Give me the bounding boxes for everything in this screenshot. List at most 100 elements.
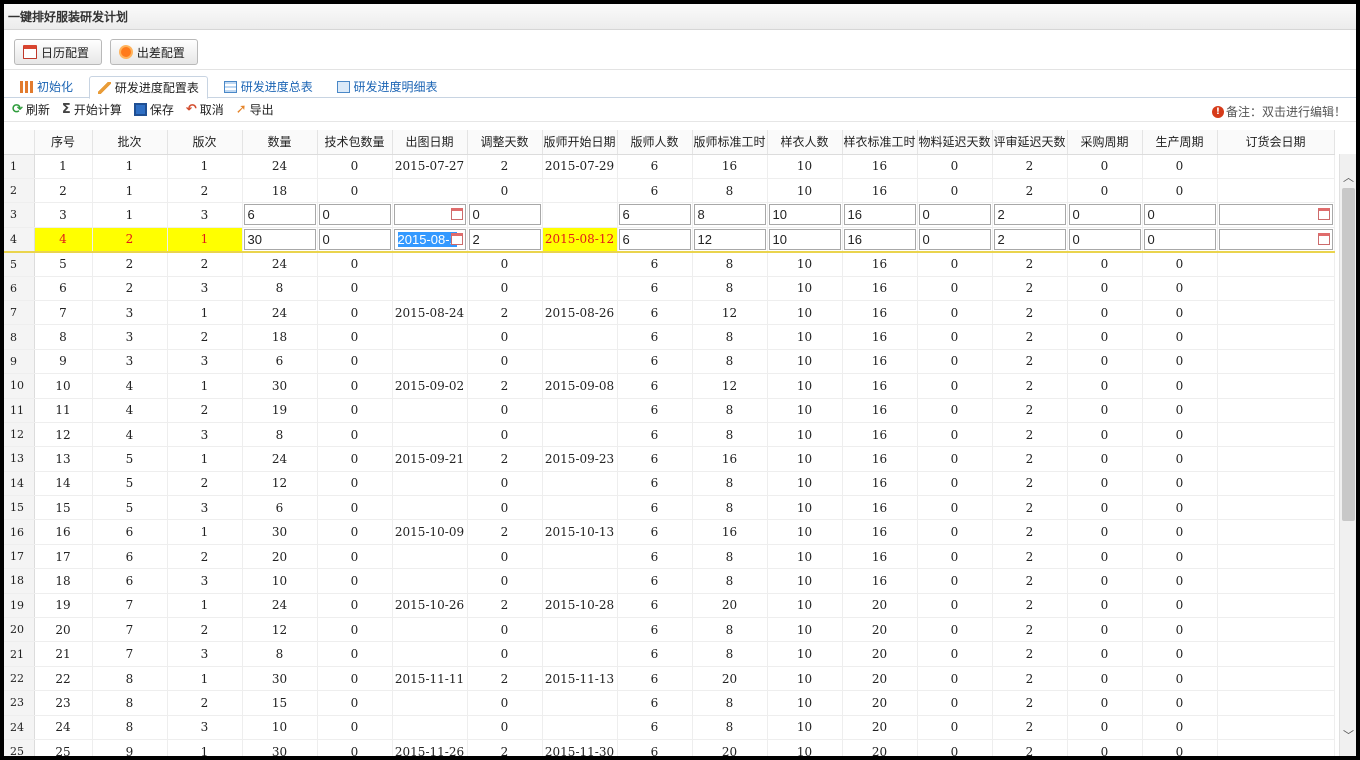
table-cell[interactable]: 2 (92, 276, 168, 301)
column-header[interactable]: 样衣人数 (767, 130, 843, 155)
table-cell[interactable]: 7 (92, 641, 168, 667)
table-cell[interactable]: 2015-11-26 (392, 739, 468, 756)
table-cell[interactable]: 0 (917, 300, 993, 326)
table-cell[interactable]: 6 (617, 154, 693, 179)
table-cell[interactable]: 16 (842, 226, 918, 253)
table-cell[interactable]: 24 (242, 251, 318, 277)
table-cell[interactable]: 6 (617, 568, 693, 594)
table-cell[interactable]: 19 (242, 398, 318, 423)
table-cell[interactable]: 2 (167, 398, 243, 423)
table-row[interactable]: 21 21 7 3 8 0 0 6 8 10 20 0 2 0 0 (4, 641, 1335, 667)
table-row[interactable]: 1 1 1 1 24 0 2015-07-27 2 2015-07-29 6 16 10 16 0 2 0 0 (4, 154, 1335, 179)
table-cell[interactable]: 1 (92, 154, 168, 179)
table-cell[interactable] (392, 641, 468, 667)
table-cell[interactable]: 20 (842, 666, 918, 692)
column-header[interactable]: 物料延迟天数 (917, 130, 993, 155)
table-cell[interactable]: 0 (1142, 641, 1218, 667)
table-cell[interactable] (542, 641, 618, 667)
table-cell[interactable]: 6 (617, 519, 693, 545)
table-cell[interactable] (392, 251, 468, 277)
table-cell[interactable]: 0 (1142, 519, 1218, 545)
table-row[interactable]: 11 11 4 2 19 0 0 6 8 10 16 0 2 0 0 (4, 398, 1335, 423)
table-cell[interactable]: 3 (92, 300, 168, 326)
table-cell[interactable] (542, 251, 618, 277)
table-cell[interactable]: 2 (992, 544, 1068, 570)
table-cell[interactable]: 3 (92, 324, 168, 350)
table-cell[interactable]: 10 (767, 349, 843, 375)
table-cell[interactable]: 0 (317, 324, 393, 350)
table-cell[interactable]: 2 (167, 178, 243, 204)
table-cell[interactable]: 1 (167, 300, 243, 326)
column-header[interactable]: 样衣标准工时 (842, 130, 918, 155)
trip-config-button[interactable]: 出差配置 (109, 39, 198, 65)
table-cell[interactable]: 10 (767, 739, 843, 756)
table-cell[interactable]: 0 (1142, 349, 1218, 375)
table-row[interactable]: 19 19 7 1 24 0 2015-10-26 2 2015-10-28 6 20 10 20 0 2 0… (4, 593, 1335, 619)
table-cell[interactable]: 0 (317, 349, 393, 375)
cell-input[interactable]: 0 (918, 204, 991, 226)
table-cell[interactable]: 24 (242, 154, 318, 179)
cell-input[interactable]: 6 (618, 204, 691, 226)
table-cell[interactable]: 10 (767, 593, 843, 619)
table-cell[interactable]: 1 (92, 178, 168, 204)
table-cell[interactable]: 7 (34, 300, 93, 326)
table-cell[interactable]: 0 (1067, 300, 1143, 326)
table-cell[interactable]: 16 (842, 324, 918, 350)
table-cell[interactable]: 6 (617, 641, 693, 667)
table-cell[interactable]: 2015-09-21 (392, 446, 468, 472)
table-cell[interactable]: 2 (992, 276, 1068, 301)
table-cell[interactable]: 2 (992, 471, 1068, 497)
table-cell[interactable]: 0 (1067, 446, 1143, 472)
table-cell[interactable] (542, 349, 618, 375)
table-cell[interactable]: 0 (1142, 471, 1218, 497)
table-cell[interactable]: 6 (617, 690, 693, 716)
cell-input[interactable]: 0 (318, 228, 391, 250)
table-cell[interactable] (1217, 446, 1335, 472)
table-cell[interactable]: 0 (917, 593, 993, 619)
table-cell[interactable]: 0 (1067, 495, 1143, 521)
table-cell[interactable]: 2 (992, 226, 1068, 253)
table-cell[interactable]: 6 (92, 568, 168, 594)
table-cell[interactable]: 16 (842, 251, 918, 277)
table-cell[interactable]: 0 (317, 715, 393, 740)
table-cell[interactable]: 0 (1067, 276, 1143, 301)
save-button[interactable]: 保存 (133, 101, 174, 118)
table-cell[interactable]: 2 (992, 593, 1068, 619)
table-cell[interactable]: 2 (992, 495, 1068, 521)
table-cell[interactable] (1217, 739, 1335, 756)
table-cell[interactable]: 10 (767, 641, 843, 667)
table-cell[interactable]: 6 (34, 276, 93, 301)
table-cell[interactable]: 0 (467, 495, 543, 521)
table-cell[interactable]: 10 (767, 202, 843, 228)
table-cell[interactable]: 3 (167, 641, 243, 667)
table-cell[interactable]: 2 (467, 373, 543, 399)
table-cell[interactable]: 10 (242, 568, 318, 594)
table-cell[interactable] (392, 349, 468, 375)
table-cell[interactable]: 2 (467, 300, 543, 326)
table-cell[interactable]: 0 (1067, 471, 1143, 497)
column-header[interactable]: 采购周期 (1067, 130, 1143, 155)
table-cell[interactable]: 0 (1142, 398, 1218, 423)
table-cell[interactable]: 10 (34, 373, 93, 399)
table-cell[interactable]: 6 (617, 495, 693, 521)
table-row[interactable]: 18 18 6 3 10 0 0 6 8 10 16 0 2 0 0 (4, 568, 1335, 594)
table-cell[interactable]: 4 (92, 373, 168, 399)
calendar-config-button[interactable]: 日历配置 (14, 39, 103, 65)
table-cell[interactable]: 3 (167, 202, 243, 228)
cell-input[interactable]: 0 (1068, 228, 1141, 250)
table-cell[interactable]: 2 (992, 519, 1068, 545)
table-cell[interactable]: 2 (167, 471, 243, 497)
table-cell[interactable]: 2 (992, 568, 1068, 594)
table-cell[interactable]: 0 (317, 300, 393, 326)
cell-input[interactable]: 0 (1143, 204, 1216, 226)
column-header[interactable]: 批次 (92, 130, 168, 155)
table-cell[interactable]: 2 (992, 739, 1068, 756)
table-cell[interactable]: 0 (317, 495, 393, 521)
table-cell[interactable]: 4 (92, 422, 168, 448)
table-cell[interactable]: 0 (317, 422, 393, 448)
start-calc-button[interactable]: Σ 开始计算 (62, 101, 122, 118)
table-cell[interactable]: 20 (842, 593, 918, 619)
table-cell[interactable]: 0 (467, 568, 543, 594)
column-header[interactable]: 版次 (167, 130, 243, 155)
table-cell[interactable]: 0 (1142, 373, 1218, 399)
